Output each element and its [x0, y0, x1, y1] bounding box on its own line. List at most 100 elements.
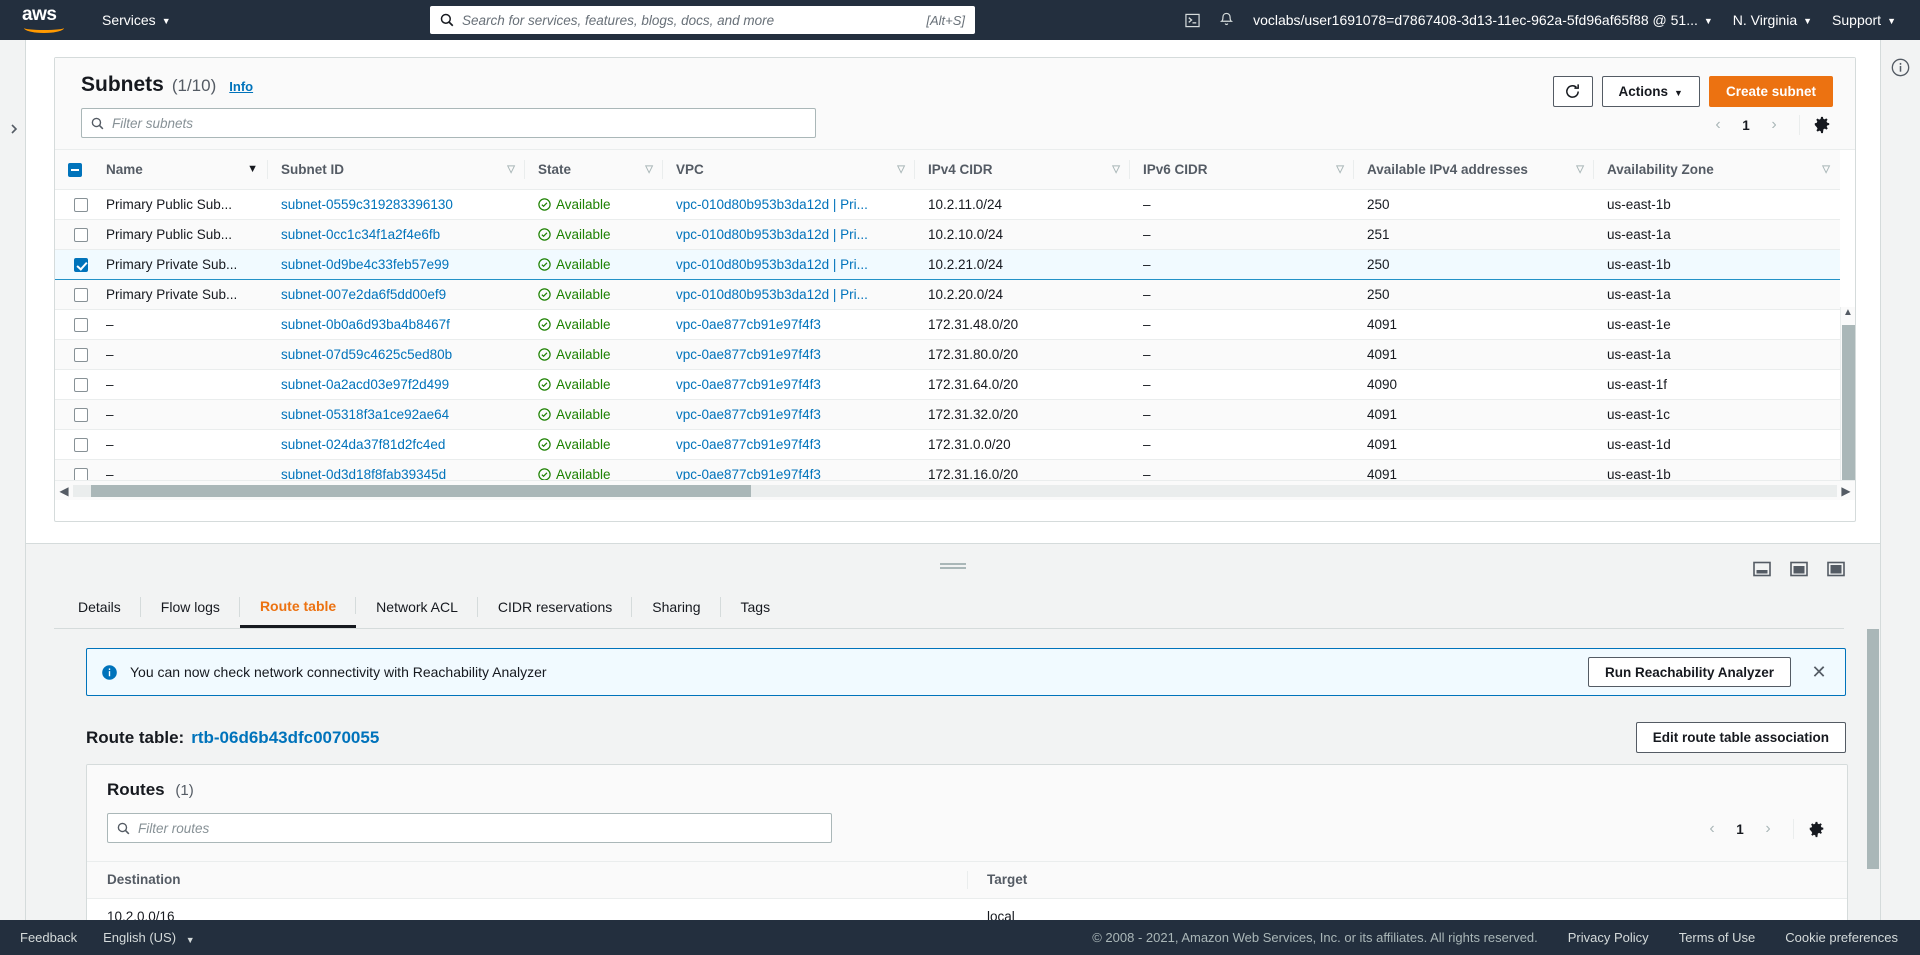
- row-checkbox[interactable]: [73, 407, 88, 422]
- detail-scroll-thumb[interactable]: [1867, 629, 1879, 869]
- table-row[interactable]: – subnet-0b0a6d93ba4b8467f Available vpc-0a…: [55, 309, 1840, 340]
- cell-subnet-id[interactable]: subnet-0cc1c34f1a2f4e6fb: [268, 219, 525, 250]
- panel-resize-handle[interactable]: [940, 563, 966, 569]
- row-checkbox[interactable]: [73, 287, 88, 302]
- subnet-id-link[interactable]: subnet-024da37f81d2fc4ed: [281, 437, 445, 452]
- support-menu-button[interactable]: Support ▼: [1822, 0, 1906, 40]
- cell-vpc[interactable]: vpc-010d80b953b3da12d | Pri...: [663, 279, 915, 310]
- pagination-next-button[interactable]: ›: [1760, 113, 1788, 137]
- cell-vpc[interactable]: vpc-0ae877cb91e97f4f3: [663, 309, 915, 340]
- info-circle-icon[interactable]: [1891, 58, 1910, 82]
- column-header-available-ipv4[interactable]: Available IPv4 addresses ▽: [1354, 150, 1594, 190]
- tab-details[interactable]: Details: [54, 586, 141, 628]
- vpc-link[interactable]: vpc-0ae877cb91e97f4f3: [676, 437, 821, 452]
- vpc-link[interactable]: vpc-0ae877cb91e97f4f3: [676, 407, 821, 422]
- table-vertical-scrollbar[interactable]: ▲ ▼: [1840, 307, 1855, 500]
- routes-pagination-page-1[interactable]: 1: [1729, 822, 1751, 837]
- filter-subnets-field[interactable]: [81, 108, 816, 138]
- actions-button[interactable]: Actions ▼: [1601, 76, 1700, 107]
- cell-vpc[interactable]: vpc-010d80b953b3da12d | Pri...: [663, 248, 915, 280]
- tab-route-table[interactable]: Route table: [239, 586, 357, 628]
- subnet-id-link[interactable]: subnet-0b0a6d93ba4b8467f: [281, 317, 450, 332]
- row-checkbox[interactable]: [73, 257, 88, 272]
- row-select-cell[interactable]: [55, 339, 93, 370]
- cell-vpc[interactable]: vpc-0ae877cb91e97f4f3: [663, 399, 915, 430]
- close-icon[interactable]: ✕: [1807, 660, 1831, 684]
- cell-subnet-id[interactable]: subnet-05318f3a1ce92ae64: [268, 399, 525, 430]
- table-row[interactable]: – subnet-024da37f81d2fc4ed Available vpc-0a…: [55, 429, 1840, 460]
- row-checkbox[interactable]: [73, 377, 88, 392]
- tab-flow-logs[interactable]: Flow logs: [141, 586, 240, 628]
- cell-vpc[interactable]: vpc-010d80b953b3da12d | Pri...: [663, 219, 915, 250]
- subnet-id-link[interactable]: subnet-0cc1c34f1a2f4e6fb: [281, 227, 440, 242]
- vpc-link[interactable]: vpc-0ae877cb91e97f4f3: [676, 347, 821, 362]
- cell-subnet-id[interactable]: subnet-024da37f81d2fc4ed: [268, 429, 525, 460]
- vertical-scroll-thumb[interactable]: [1842, 325, 1855, 500]
- subnet-id-link[interactable]: subnet-07d59c4625c5ed80b: [281, 347, 452, 362]
- row-select-cell[interactable]: [55, 369, 93, 400]
- table-row[interactable]: Primary Private Sub... subnet-007e2da6f5d…: [55, 279, 1840, 310]
- subnet-id-link[interactable]: subnet-0a2acd03e97f2d499: [281, 377, 449, 392]
- cloudshell-icon[interactable]: [1175, 0, 1209, 40]
- edit-route-table-association-button[interactable]: Edit route table association: [1635, 722, 1846, 753]
- row-checkbox[interactable]: [73, 197, 88, 212]
- region-menu-button[interactable]: N. Virginia ▼: [1723, 0, 1822, 40]
- row-select-cell[interactable]: [55, 309, 93, 340]
- column-header-subnet-id[interactable]: Subnet ID ▽: [268, 150, 525, 190]
- routes-pagination-prev-button[interactable]: ‹: [1698, 817, 1726, 841]
- horizontal-scroll-thumb[interactable]: [91, 484, 751, 497]
- cell-subnet-id[interactable]: subnet-0d9be4c33feb57e99: [268, 248, 525, 280]
- scroll-left-icon[interactable]: ◀: [55, 484, 73, 498]
- horizontal-scroll-track[interactable]: [73, 484, 1837, 497]
- row-select-cell[interactable]: [55, 189, 93, 220]
- pagination-prev-button[interactable]: ‹: [1704, 113, 1732, 137]
- global-search-input[interactable]: [462, 12, 927, 28]
- feedback-link[interactable]: Feedback: [20, 930, 77, 945]
- cell-vpc[interactable]: vpc-0ae877cb91e97f4f3: [663, 429, 915, 460]
- table-row[interactable]: – subnet-0a2acd03e97f2d499 Available vpc-0a…: [55, 369, 1840, 400]
- routes-preferences-button[interactable]: [1805, 818, 1827, 840]
- create-subnet-button[interactable]: Create subnet: [1708, 76, 1833, 107]
- tab-sharing[interactable]: Sharing: [632, 586, 721, 628]
- split-side-icon[interactable]: [1789, 559, 1809, 579]
- filter-routes-field[interactable]: [107, 813, 832, 843]
- scroll-right-icon[interactable]: ▶: [1837, 484, 1855, 498]
- table-preferences-button[interactable]: [1811, 114, 1833, 136]
- cell-subnet-id[interactable]: subnet-0559c319283396130: [268, 189, 525, 220]
- run-reachability-analyzer-button[interactable]: Run Reachability Analyzer: [1587, 657, 1791, 687]
- expand-sidebar-button[interactable]: [5, 120, 22, 137]
- column-header-state[interactable]: State ▽: [525, 150, 663, 190]
- tab-network-acl[interactable]: Network ACL: [356, 586, 478, 628]
- row-select-cell[interactable]: [55, 279, 93, 310]
- column-header-vpc[interactable]: VPC ▽: [663, 150, 915, 190]
- row-checkbox[interactable]: [73, 317, 88, 332]
- tab-tags[interactable]: Tags: [721, 586, 791, 628]
- column-header-name[interactable]: Name ▼: [93, 150, 268, 190]
- aws-logo[interactable]: aws: [22, 5, 68, 34]
- vpc-link[interactable]: vpc-010d80b953b3da12d | Pri...: [676, 287, 868, 302]
- full-panel-icon[interactable]: [1826, 559, 1846, 579]
- subnet-id-link[interactable]: subnet-007e2da6f5dd00ef9: [281, 287, 446, 302]
- row-select-cell[interactable]: [55, 429, 93, 460]
- cell-subnet-id[interactable]: subnet-007e2da6f5dd00ef9: [268, 279, 525, 310]
- table-row[interactable]: Primary Public Sub... subnet-0cc1c34f1a2f…: [55, 219, 1840, 250]
- subnet-id-link[interactable]: subnet-0d9be4c33feb57e99: [281, 257, 449, 272]
- vpc-link[interactable]: vpc-0ae877cb91e97f4f3: [676, 377, 821, 392]
- row-select-cell[interactable]: [55, 399, 93, 430]
- filter-routes-input[interactable]: [138, 820, 822, 836]
- subnet-id-link[interactable]: subnet-05318f3a1ce92ae64: [281, 407, 449, 422]
- routes-pagination-next-button[interactable]: ›: [1754, 817, 1782, 841]
- cell-vpc[interactable]: vpc-010d80b953b3da12d | Pri...: [663, 189, 915, 220]
- vpc-link[interactable]: vpc-010d80b953b3da12d | Pri...: [676, 257, 868, 272]
- vpc-link[interactable]: vpc-0ae877cb91e97f4f3: [676, 317, 821, 332]
- global-search-box[interactable]: [Alt+S]: [430, 6, 975, 34]
- row-select-cell[interactable]: [55, 219, 93, 250]
- row-checkbox[interactable]: [73, 227, 88, 242]
- table-row[interactable]: – subnet-07d59c4625c5ed80b Available vpc-0a…: [55, 339, 1840, 370]
- column-header-availability-zone[interactable]: Availability Zone ▽: [1594, 150, 1840, 190]
- cell-subnet-id[interactable]: subnet-0a2acd03e97f2d499: [268, 369, 525, 400]
- table-horizontal-scrollbar[interactable]: ◀ ▶: [55, 480, 1855, 500]
- detail-vertical-scrollbar[interactable]: [1866, 629, 1880, 955]
- route-table-id-link[interactable]: rtb-06d6b43dfc0070055: [191, 728, 379, 748]
- select-all-checkbox[interactable]: [68, 162, 82, 177]
